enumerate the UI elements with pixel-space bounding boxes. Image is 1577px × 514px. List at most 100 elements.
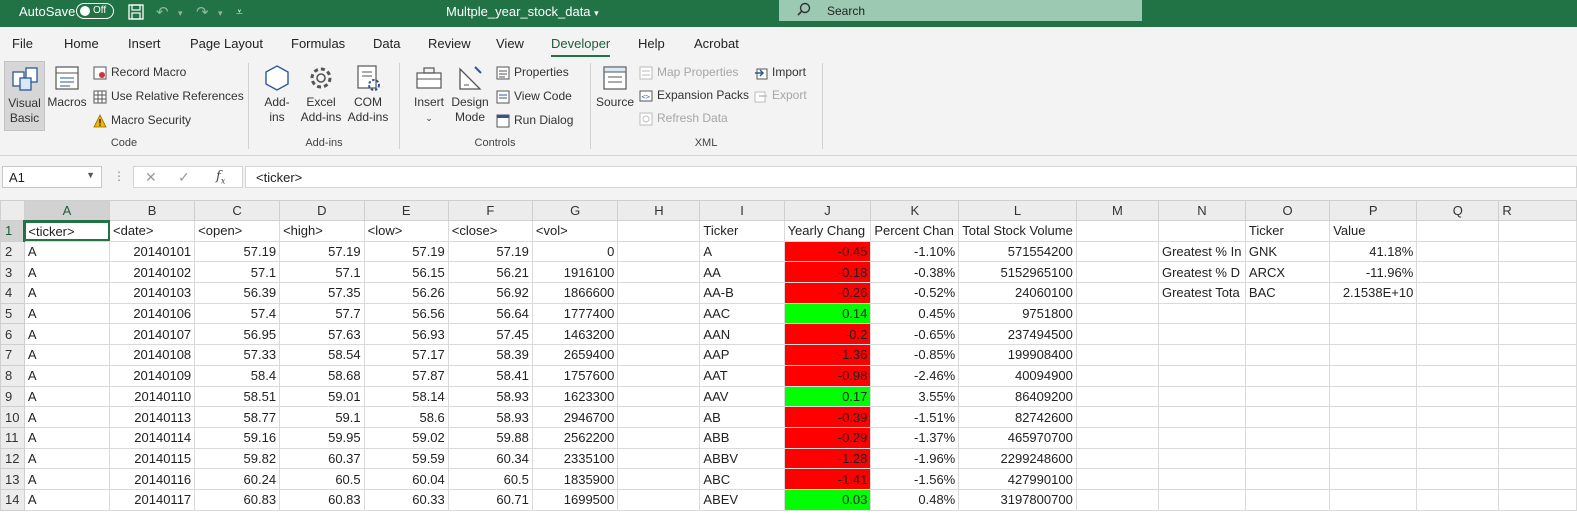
- cell-i10[interactable]: AB: [699, 406, 785, 428]
- cell-g14[interactable]: 1699500: [531, 488, 619, 511]
- undo-icon[interactable]: ↶: [156, 3, 169, 23]
- cell-b5[interactable]: 20140106: [108, 302, 196, 325]
- cell-i13[interactable]: ABC: [699, 468, 785, 490]
- import-button[interactable]: Import: [754, 65, 806, 80]
- cell-h12[interactable]: [617, 447, 701, 470]
- cell-q8[interactable]: [1416, 364, 1500, 387]
- cell-b9[interactable]: 20140110: [108, 385, 196, 408]
- cell-o3[interactable]: ARCX: [1244, 261, 1331, 284]
- cell-b2[interactable]: 20140101: [108, 240, 196, 263]
- autosave-toggle[interactable]: Off: [76, 3, 114, 19]
- cell-d13[interactable]: 60.5: [279, 468, 365, 490]
- tab-review[interactable]: Review: [428, 36, 471, 51]
- cell-p11[interactable]: [1329, 426, 1418, 449]
- cell-j2[interactable]: -0.45: [783, 240, 872, 263]
- cell-r9[interactable]: [1498, 385, 1577, 408]
- row-header[interactable]: 13: [0, 468, 25, 490]
- cell-c12[interactable]: 59.82: [194, 447, 281, 470]
- cell-q12[interactable]: [1416, 447, 1500, 470]
- cell-e2[interactable]: 57.19: [363, 240, 449, 263]
- cell-r7[interactable]: [1498, 344, 1577, 366]
- cell-i1[interactable]: Ticker: [699, 220, 785, 242]
- cancel-icon[interactable]: ✕: [145, 169, 157, 186]
- cell-g5[interactable]: 1777400: [531, 302, 619, 325]
- cell-o7[interactable]: [1244, 344, 1331, 366]
- cell-h3[interactable]: [617, 261, 701, 284]
- cell-g2[interactable]: 0: [531, 240, 619, 263]
- addins-button[interactable]: Add- ins: [258, 63, 296, 125]
- row-header[interactable]: 10: [0, 406, 25, 428]
- cell-a6[interactable]: A: [23, 323, 111, 346]
- cell-a8[interactable]: A: [23, 364, 111, 387]
- macros-button[interactable]: Macros: [47, 63, 87, 123]
- cell-h6[interactable]: [617, 323, 701, 346]
- cell-j12[interactable]: -1.28: [783, 447, 872, 470]
- cell-q1[interactable]: [1416, 220, 1500, 242]
- cell-d5[interactable]: 57.7: [279, 302, 365, 325]
- cell-d4[interactable]: 57.35: [279, 282, 365, 304]
- column-header-f[interactable]: F: [447, 200, 533, 221]
- cell-q13[interactable]: [1416, 468, 1500, 490]
- cell-d6[interactable]: 57.63: [279, 323, 365, 346]
- cell-a14[interactable]: A: [23, 488, 111, 511]
- cell-b4[interactable]: 20140103: [108, 282, 196, 304]
- cell-r10[interactable]: [1498, 406, 1577, 428]
- cell-l2[interactable]: 571554200: [958, 240, 1077, 263]
- cell-a4[interactable]: A: [23, 282, 111, 304]
- cell-c13[interactable]: 60.24: [194, 468, 281, 490]
- cell-d8[interactable]: 58.68: [279, 364, 365, 387]
- visual-basic-button[interactable]: Visual Basic: [4, 61, 45, 131]
- cell-i14[interactable]: ABEV: [699, 488, 785, 511]
- cell-g13[interactable]: 1835900: [531, 468, 619, 490]
- cell-a11[interactable]: A: [23, 426, 111, 449]
- macro-security-button[interactable]: Macro Security: [93, 113, 191, 128]
- cell-c9[interactable]: 58.51: [194, 385, 281, 408]
- cell-i8[interactable]: AAT: [699, 364, 785, 387]
- cell-h11[interactable]: [617, 426, 701, 449]
- cell-d7[interactable]: 58.54: [279, 344, 365, 366]
- cell-n13[interactable]: [1157, 468, 1246, 490]
- cell-b3[interactable]: 20140102: [108, 261, 196, 284]
- column-header-p[interactable]: P: [1329, 200, 1418, 221]
- save-icon[interactable]: [127, 3, 145, 23]
- cell-m3[interactable]: [1075, 261, 1159, 284]
- cell-k10[interactable]: -1.51%: [870, 406, 960, 428]
- cell-j9[interactable]: 0.17: [783, 385, 872, 408]
- cell-m4[interactable]: [1075, 282, 1159, 304]
- cell-j14[interactable]: 0.03: [783, 488, 872, 511]
- cell-m9[interactable]: [1075, 385, 1159, 408]
- cell-j7[interactable]: -1.36: [783, 344, 872, 366]
- cell-k14[interactable]: 0.48%: [870, 488, 960, 511]
- source-button[interactable]: Source: [595, 63, 635, 110]
- cell-p5[interactable]: [1329, 302, 1418, 325]
- cell-k12[interactable]: -1.96%: [870, 447, 960, 470]
- cell-c4[interactable]: 56.39: [194, 282, 281, 304]
- cell-c1[interactable]: <open>: [194, 220, 281, 242]
- cell-q10[interactable]: [1416, 406, 1500, 428]
- cell-f11[interactable]: 59.88: [447, 426, 533, 449]
- cell-d9[interactable]: 59.01: [279, 385, 365, 408]
- column-header-j[interactable]: J: [783, 200, 872, 221]
- cell-k11[interactable]: -1.37%: [870, 426, 960, 449]
- cell-m8[interactable]: [1075, 364, 1159, 387]
- cell-n3[interactable]: Greatest % D: [1157, 261, 1246, 284]
- cell-i6[interactable]: AAN: [699, 323, 785, 346]
- cell-f13[interactable]: 60.5: [447, 468, 533, 490]
- cell-n11[interactable]: [1157, 426, 1246, 449]
- cell-e7[interactable]: 57.17: [363, 344, 449, 366]
- cell-f8[interactable]: 58.41: [447, 364, 533, 387]
- cell-h8[interactable]: [617, 364, 701, 387]
- cell-e1[interactable]: <low>: [363, 220, 449, 242]
- cell-m10[interactable]: [1075, 406, 1159, 428]
- document-title[interactable]: Multple_year_stock_data ▾: [446, 4, 599, 19]
- cell-p10[interactable]: [1329, 406, 1418, 428]
- cell-b8[interactable]: 20140109: [108, 364, 196, 387]
- cell-a3[interactable]: A: [23, 261, 111, 284]
- cell-c14[interactable]: 60.83: [194, 488, 281, 511]
- cell-h13[interactable]: [617, 468, 701, 490]
- cell-q5[interactable]: [1416, 302, 1500, 325]
- cell-i9[interactable]: AAV: [699, 385, 785, 408]
- cell-l3[interactable]: 5152965100: [958, 261, 1077, 284]
- record-macro-button[interactable]: Record Macro: [93, 65, 186, 80]
- cell-f9[interactable]: 58.93: [447, 385, 533, 408]
